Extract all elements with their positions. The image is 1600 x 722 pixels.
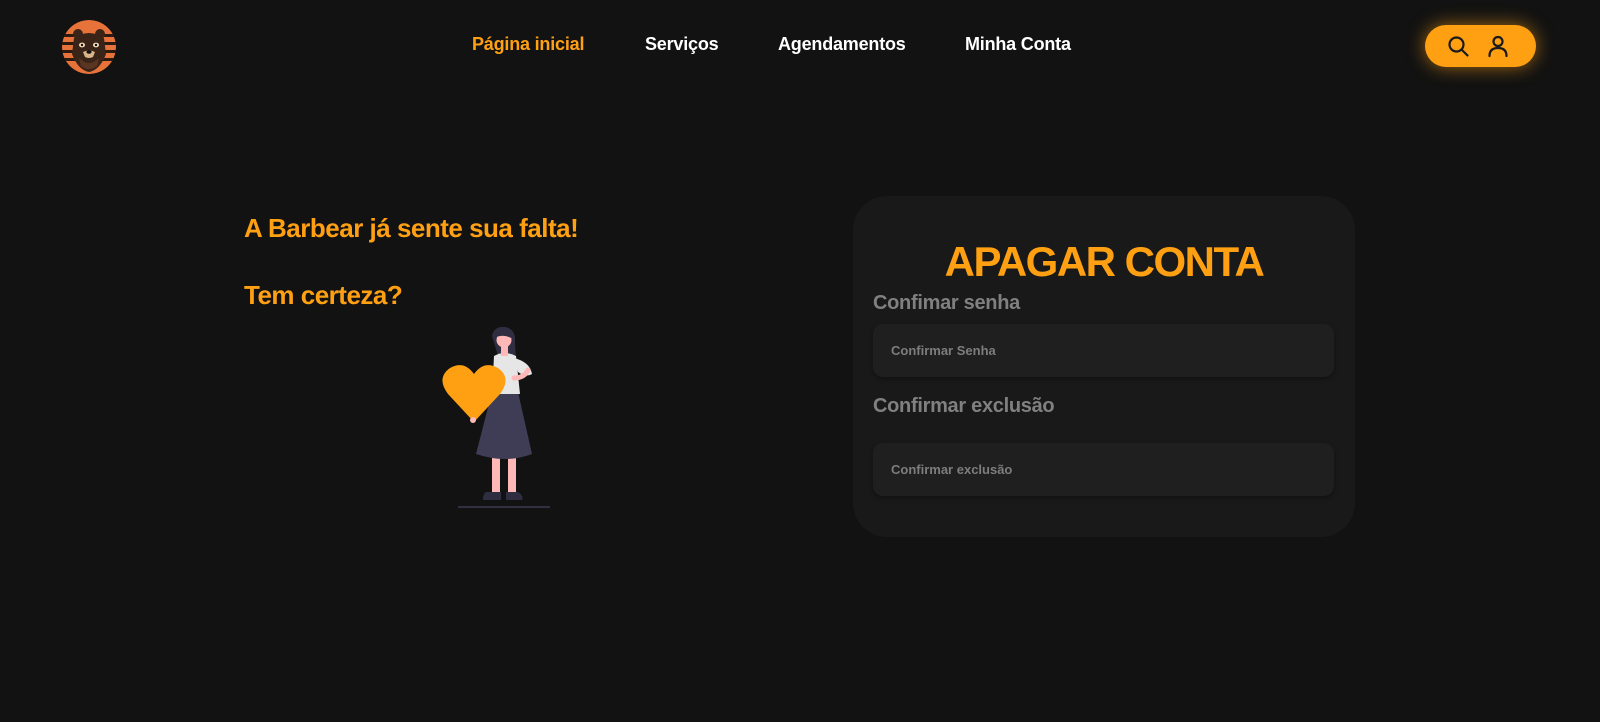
- delete-account-card: APAGAR CONTA Confimar senha Confirmar ex…: [853, 196, 1355, 537]
- confirm-password-input[interactable]: [873, 324, 1334, 377]
- nav-home-link[interactable]: Página inicial: [472, 34, 584, 55]
- nav-my-account-link[interactable]: Minha Conta: [965, 34, 1071, 55]
- user-icon[interactable]: [1486, 34, 1510, 58]
- farewell-heading: A Barbear já sente sua falta!: [244, 213, 579, 243]
- confirm-deletion-input[interactable]: [873, 443, 1334, 496]
- nav-appointments-link[interactable]: Agendamentos: [778, 34, 906, 55]
- confirm-question: Tem certeza?: [244, 280, 403, 310]
- main-nav: Página inicial Serviços Agendamentos Min…: [0, 34, 1600, 60]
- delete-account-title: APAGAR CONTA: [944, 238, 1265, 285]
- header-actions: [1425, 25, 1536, 67]
- password-label: Confimar senha: [873, 292, 1020, 314]
- confirmation-label: Confirmar exclusão: [873, 395, 1055, 417]
- woman-holding-heart-illustration: [440, 326, 552, 510]
- search-icon[interactable]: [1446, 34, 1470, 58]
- nav-services-link[interactable]: Serviços: [645, 34, 719, 55]
